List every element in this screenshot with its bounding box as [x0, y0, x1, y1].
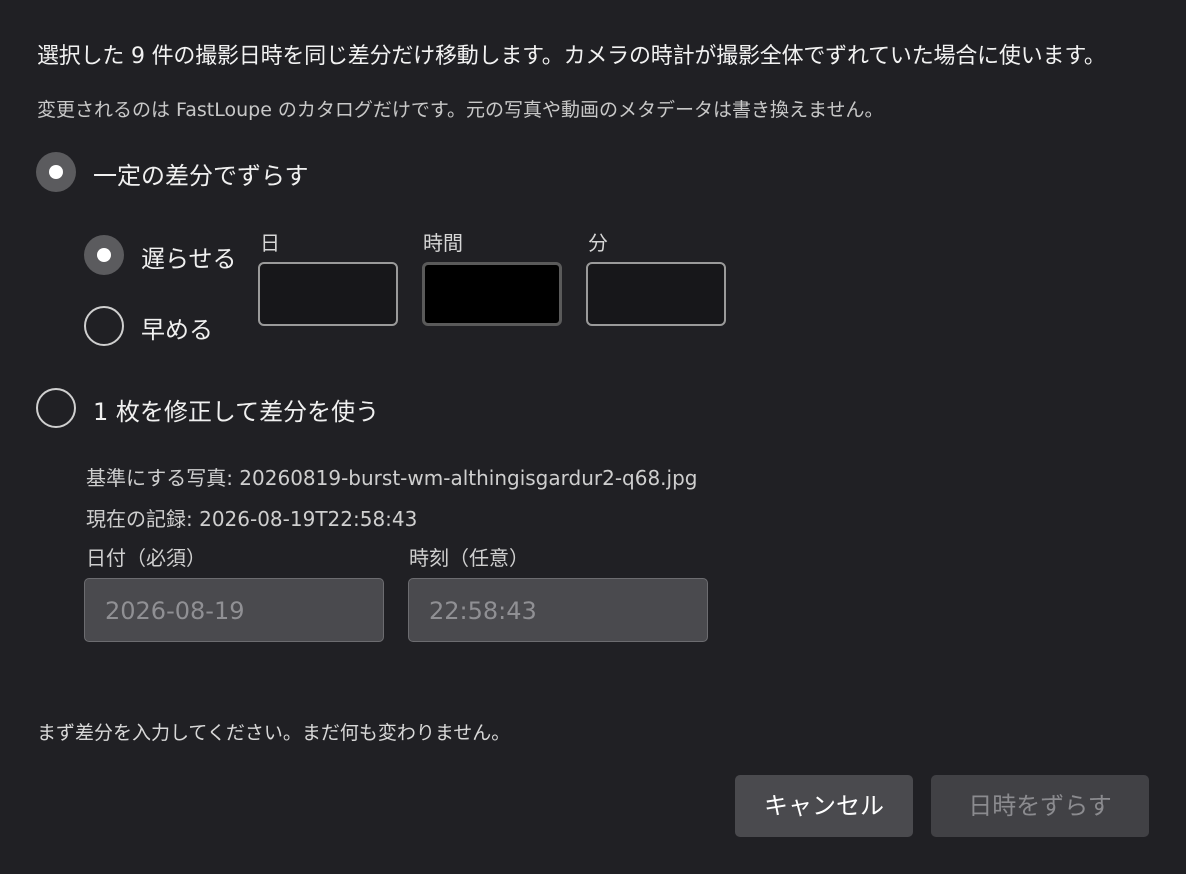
mode-offset-radio[interactable]	[36, 152, 76, 192]
direction-later-radio[interactable]	[84, 235, 124, 275]
mode-offset-label[interactable]: 一定の差分でずらす	[93, 156, 309, 191]
direction-later-label[interactable]: 遅らせる	[141, 239, 237, 274]
hours-label: 時間	[423, 231, 463, 255]
date-label: 日付（必須）	[86, 546, 206, 570]
date-input[interactable]: 2026-08-19	[84, 578, 384, 642]
cancel-button[interactable]: キャンセル	[735, 775, 913, 837]
days-label: 日	[260, 231, 280, 255]
shift-datetime-dialog: 選択した 9 件の撮影日時を同じ差分だけ移動します。カメラの時計が撮影全体でずれ…	[0, 0, 1186, 874]
hours-input[interactable]	[422, 262, 562, 326]
current-record-text: 現在の記録: 2026-08-19T22:58:43	[86, 507, 418, 531]
status-message: まず差分を入力してください。まだ何も変わりません。	[37, 722, 511, 744]
reference-photo-text: 基準にする写真: 20260819-burst-wm-althingisgard…	[86, 466, 698, 490]
mode-reference-label[interactable]: 1 枚を修正して差分を使う	[93, 392, 379, 427]
catalog-note: 変更されるのは FastLoupe のカタログだけです。元の写真や動画のメタデー…	[37, 99, 884, 121]
minutes-input[interactable]	[586, 262, 726, 326]
minutes-label: 分	[588, 231, 608, 255]
apply-shift-button[interactable]: 日時をずらす	[931, 775, 1149, 837]
direction-earlier-label[interactable]: 早める	[141, 310, 213, 345]
days-input[interactable]	[258, 262, 398, 326]
direction-earlier-radio[interactable]	[84, 306, 124, 346]
mode-reference-radio[interactable]	[36, 388, 76, 428]
intro-text: 選択した 9 件の撮影日時を同じ差分だけ移動します。カメラの時計が撮影全体でずれ…	[37, 44, 1106, 69]
time-input[interactable]: 22:58:43	[408, 578, 708, 642]
time-label: 時刻（任意）	[409, 546, 529, 570]
